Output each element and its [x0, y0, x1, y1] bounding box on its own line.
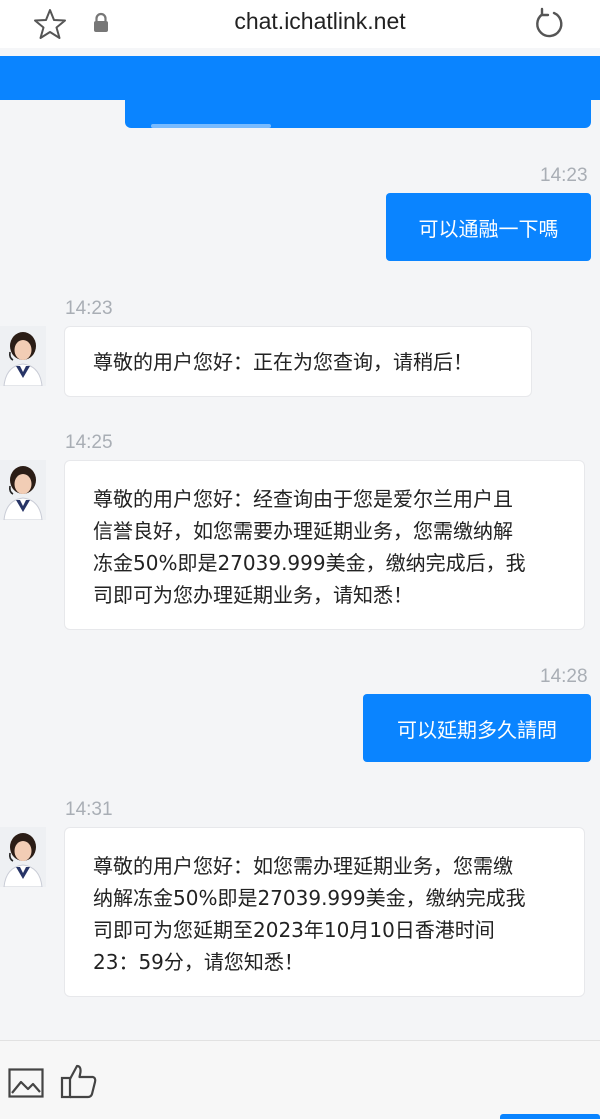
- reload-icon[interactable]: [532, 6, 566, 40]
- browser-address-bar: chat.ichatlink.net: [0, 0, 600, 48]
- cut-off-message-bubble: [125, 96, 591, 128]
- agent-avatar: [0, 827, 46, 887]
- message-line: 尊敬的用户您好：如您需办理延期业务，您需缴: [93, 854, 513, 878]
- agent-avatar: [0, 460, 46, 520]
- message-text: 可以通融一下嗎: [418, 216, 559, 241]
- chat-toolbar: [0, 1040, 600, 1119]
- url-text[interactable]: chat.ichatlink.net: [0, 8, 600, 35]
- incoming-message[interactable]: 尊敬的用户您好：正在为您查询，请稍后！: [64, 326, 532, 397]
- thumbs-up-icon[interactable]: [60, 1063, 98, 1099]
- incoming-message[interactable]: 尊敬的用户您好：如您需办理延期业务，您需缴 纳解冻金50%即是27039.999…: [64, 827, 585, 997]
- chat-header-band: [0, 56, 600, 100]
- message-time: 14:25: [65, 432, 113, 453]
- outgoing-message[interactable]: 可以通融一下嗎: [386, 193, 591, 261]
- send-button-edge[interactable]: [500, 1114, 600, 1119]
- message-time: 14:31: [65, 799, 113, 820]
- image-icon[interactable]: [8, 1068, 44, 1098]
- message-text: 尊敬的用户您好：正在为您查询，请稍后！: [93, 350, 473, 374]
- message-line: 23：59分，请您知悉！: [93, 950, 304, 974]
- agent-avatar-image: [0, 326, 46, 386]
- agent-avatar: [0, 326, 46, 386]
- message-time: 14:28: [540, 666, 588, 687]
- message-line: 司即可为您延期至2023年10月10日香港时间: [93, 918, 495, 942]
- message-line: 纳解冻金50%即是27039.999美金，缴纳完成我: [93, 886, 526, 910]
- message-line: 司即可为您办理延期业务，请知悉！: [93, 583, 413, 607]
- message-time: 14:23: [65, 298, 113, 319]
- message-text: 可以延期多久請問: [397, 717, 557, 742]
- message-line: 冻金50%即是27039.999美金，缴纳完成后，我: [93, 551, 526, 575]
- message-line: 信誉良好，如您需要办理延期业务，您需缴纳解: [93, 519, 513, 543]
- incoming-message[interactable]: 尊敬的用户您好：经查询由于您是爱尔兰用户且 信誉良好，如您需要办理延期业务，您需…: [64, 460, 585, 630]
- chat-area[interactable]: 14:23 可以通融一下嗎 14:23 尊敬的用户您好：正在为您查询，请稍后！ …: [0, 56, 600, 1040]
- agent-avatar-image: [0, 460, 46, 520]
- message-time: 14:23: [540, 165, 588, 186]
- outgoing-message[interactable]: 可以延期多久請問: [363, 694, 591, 762]
- agent-avatar-image: [0, 827, 46, 887]
- message-line: 尊敬的用户您好：经查询由于您是爱尔兰用户且: [93, 487, 513, 511]
